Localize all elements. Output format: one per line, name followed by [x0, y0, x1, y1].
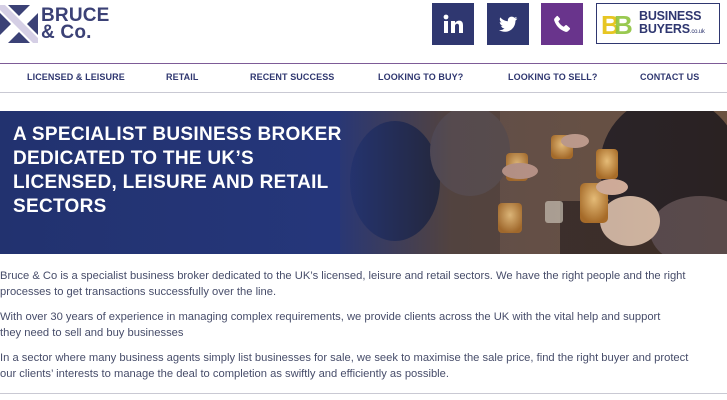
- nav-retail[interactable]: RETAIL: [166, 72, 198, 82]
- business-buyers-logo[interactable]: B B BUSINESS BUYERS.co.uk: [596, 3, 720, 44]
- nav-contact-us[interactable]: CONTACT US: [640, 72, 699, 82]
- business-buyers-wordmark: BUSINESS BUYERS.co.uk: [639, 10, 705, 39]
- hero-banner: A SPECIALIST BUSINESS BROKER DEDICATED T…: [0, 111, 727, 254]
- bb-line-2: BUYERS: [639, 22, 690, 36]
- section-divider: [0, 393, 727, 394]
- phone-button[interactable]: [541, 3, 583, 45]
- nav-licensed-leisure[interactable]: LICENSED & LEISURE: [27, 72, 125, 82]
- intro-line: In a sector where many business agents s…: [0, 352, 689, 364]
- svg-text:B: B: [614, 10, 633, 38]
- intro-paragraph: Bruce & Co is a specialist business brok…: [0, 268, 727, 300]
- linkedin-button[interactable]: [432, 3, 474, 45]
- twitter-icon: [498, 16, 518, 32]
- nav-recent-success[interactable]: RECENT SUCCESS: [250, 72, 334, 82]
- nav-looking-to-buy[interactable]: LOOKING TO BUY?: [378, 72, 463, 82]
- intro-paragraph: In a sector where many business agents s…: [0, 350, 727, 382]
- twitter-button[interactable]: [487, 3, 529, 45]
- intro-text: Bruce & Co is a specialist business brok…: [0, 268, 727, 391]
- phone-icon: [554, 15, 571, 32]
- saltire-logo-icon: [0, 5, 38, 43]
- bruce-co-logo[interactable]: BRUCE & Co.: [0, 5, 115, 47]
- hero-title-line: A SPECIALIST BUSINESS BROKER: [13, 124, 342, 145]
- main-nav: LICENSED & LEISURE RETAIL RECENT SUCCESS…: [0, 63, 727, 93]
- intro-line: our clients’ interests to manage the dea…: [0, 368, 449, 380]
- linkedin-icon: [443, 14, 463, 33]
- hero-title-line: SECTORS: [13, 196, 107, 217]
- intro-line: processes to get transactions successful…: [0, 286, 277, 298]
- brand-name: BRUCE & Co.: [41, 6, 121, 43]
- intro-line: they need to sell and buy businesses: [0, 327, 184, 339]
- nav-looking-to-sell[interactable]: LOOKING TO SELL?: [508, 72, 597, 82]
- intro-line: Bruce & Co is a specialist business brok…: [0, 270, 686, 282]
- brand-line-2: & Co.: [41, 22, 92, 43]
- intro-paragraph: With over 30 years of experience in mana…: [0, 309, 727, 341]
- site-header: BRUCE & Co. B B BUSINESS BUYERS.co.uk: [0, 0, 727, 58]
- hero-title-line: LICENSED, LEISURE AND RETAIL: [13, 172, 329, 193]
- hero-title-line: DEDICATED TO THE UK’S: [13, 148, 254, 169]
- business-buyers-mark-icon: B B: [601, 10, 633, 38]
- hero-title: A SPECIALIST BUSINESS BROKER DEDICATED T…: [13, 123, 413, 219]
- bb-tld: .co.uk: [689, 29, 705, 35]
- intro-line: With over 30 years of experience in mana…: [0, 311, 661, 323]
